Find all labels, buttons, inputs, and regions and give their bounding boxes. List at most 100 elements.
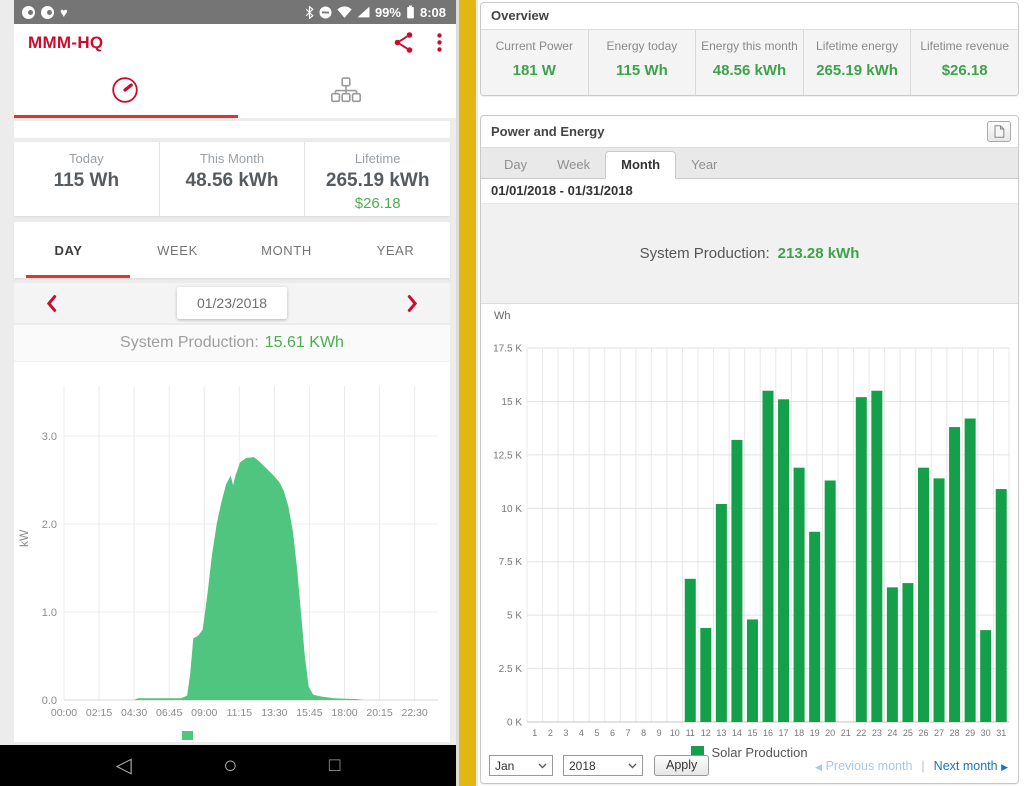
overview-title: Overview [481,3,1018,30]
stat-lifetime-revenue: Lifetime revenue $26.18 [910,30,1018,95]
svg-text:14: 14 [732,728,742,738]
month-select[interactable]: Jan [489,755,553,776]
date-chip[interactable]: 01/23/2018 [177,287,287,319]
do-not-disturb-icon [319,6,332,19]
gauge-icon [110,75,140,105]
tab-year[interactable]: YEAR [341,243,450,258]
energy-summary-card: Today 115 Wh This Month 48.56 kWh Lifeti… [14,142,450,216]
svg-text:0 K: 0 K [507,718,522,729]
svg-text:5: 5 [594,728,599,738]
tab-week[interactable]: WEEK [123,243,232,258]
svg-text:8: 8 [641,728,646,738]
svg-text:1.0: 1.0 [42,607,57,619]
svg-text:04:30: 04:30 [121,707,147,719]
y-axis-caption: Wh [494,310,1018,322]
previous-month-link[interactable]: ◀ Previous month [815,759,912,773]
summary-lifetime: Lifetime 265.19 kWh $26.18 [304,142,450,216]
previous-day-chevron[interactable] [46,295,57,312]
svg-text:15:45: 15:45 [296,707,322,719]
production-value: 213.28 kWh [778,245,860,262]
overflow-menu-icon[interactable] [437,33,442,52]
selected-view-indicator [14,115,238,118]
apply-button[interactable]: Apply [654,755,709,776]
enphase-notification-icon [41,6,54,19]
export-button[interactable] [987,121,1011,142]
svg-text:30: 30 [981,728,991,738]
svg-text:20: 20 [825,728,835,738]
svg-text:9: 9 [657,728,662,738]
share-icon[interactable] [394,32,413,53]
year-select-value: 2018 [569,759,596,773]
svg-text:00:00: 00:00 [51,707,77,719]
stat-label: Current Power [485,39,584,53]
svg-text:7: 7 [626,728,631,738]
summary-this-month: This Month 48.56 kWh [159,142,305,216]
production-banner: System Production: 213.28 kWh [481,204,1018,304]
svg-text:18: 18 [794,728,804,738]
svg-text:28: 28 [950,728,960,738]
month-bar-chart[interactable]: 0 K2.5 K5 K7.5 K10 K12.5 K15 K17.5 K1234… [481,322,1013,740]
tab-month[interactable]: Month [605,151,676,179]
tab-day[interactable]: Day [489,152,542,178]
day-area-chart[interactable]: 00:0002:1504:3006:4509:0011:1513:3015:45… [14,362,450,730]
array-icon [331,77,361,103]
chevron-down-icon [538,763,547,769]
svg-text:15 K: 15 K [501,397,522,408]
tab-year[interactable]: Year [676,152,732,178]
period-tabs: DAY WEEK MONTH YEAR [14,222,450,278]
recents-button[interactable]: □ [329,756,340,775]
svg-text:7.5 K: 7.5 K [499,557,523,568]
svg-text:23: 23 [872,728,882,738]
svg-text:2.5 K: 2.5 K [499,664,523,675]
svg-text:15: 15 [747,728,757,738]
next-month-link[interactable]: Next month ▶ [934,759,1008,773]
year-select[interactable]: 2018 [563,755,643,776]
tab-month[interactable]: MONTH [232,243,341,258]
android-navigation-bar: ◁ ○ □ [0,745,456,786]
svg-text:2: 2 [548,728,553,738]
stat-label: Lifetime energy [808,39,907,53]
svg-text:2.0: 2.0 [42,519,57,531]
svg-text:09:00: 09:00 [191,707,217,719]
svg-text:26: 26 [918,728,928,738]
svg-text:10: 10 [670,728,680,738]
svg-text:11:15: 11:15 [227,707,253,719]
chart-controls: Jan 2018 Apply ◀ Previous month | Next m… [489,755,1008,776]
next-day-chevron[interactable] [407,295,418,312]
stat-label: Lifetime revenue [915,39,1014,53]
stat-label: Energy today [593,39,692,53]
svg-text:16: 16 [763,728,773,738]
tab-array[interactable] [235,61,456,118]
production-label: System Production: [120,334,259,352]
tab-week[interactable]: Week [542,152,605,178]
production-value: 15.61 KWh [265,334,344,352]
bluetooth-icon [305,6,314,19]
tab-day[interactable]: DAY [14,243,123,258]
summary-value: 48.56 kWh [160,170,305,192]
lifetime-revenue: $26.18 [305,195,450,212]
svg-text:kW: kW [17,529,31,547]
power-energy-header: Power and Energy [481,116,1018,148]
system-production-row: System Production: 15.61 KWh [14,325,450,362]
signal-icon [357,6,370,18]
svg-text:06:45: 06:45 [156,707,182,719]
back-button[interactable]: ◁ [116,755,132,776]
status-bar: ♥ 99% 8:08 [14,0,456,24]
heart-icon: ♥ [60,6,68,19]
svg-text:5 K: 5 K [507,611,522,622]
svg-text:22:30: 22:30 [401,707,427,719]
vertical-divider [456,0,478,786]
svg-text:0.0: 0.0 [42,695,57,707]
production-label: System Production: [640,245,770,262]
tab-energy-gauge[interactable] [14,61,235,118]
stat-energy-today: Energy today 115 Wh [588,30,696,95]
svg-text:17.5 K: 17.5 K [493,344,522,355]
svg-text:24: 24 [887,728,897,738]
home-button[interactable]: ○ [223,754,238,778]
svg-text:25: 25 [903,728,913,738]
svg-text:02:15: 02:15 [86,707,112,719]
summary-label: Lifetime [305,151,450,166]
date-range: 01/01/2018 - 01/31/2018 [481,179,1018,204]
selected-period-indicator [26,275,130,278]
summary-value: 115 Wh [14,170,159,192]
